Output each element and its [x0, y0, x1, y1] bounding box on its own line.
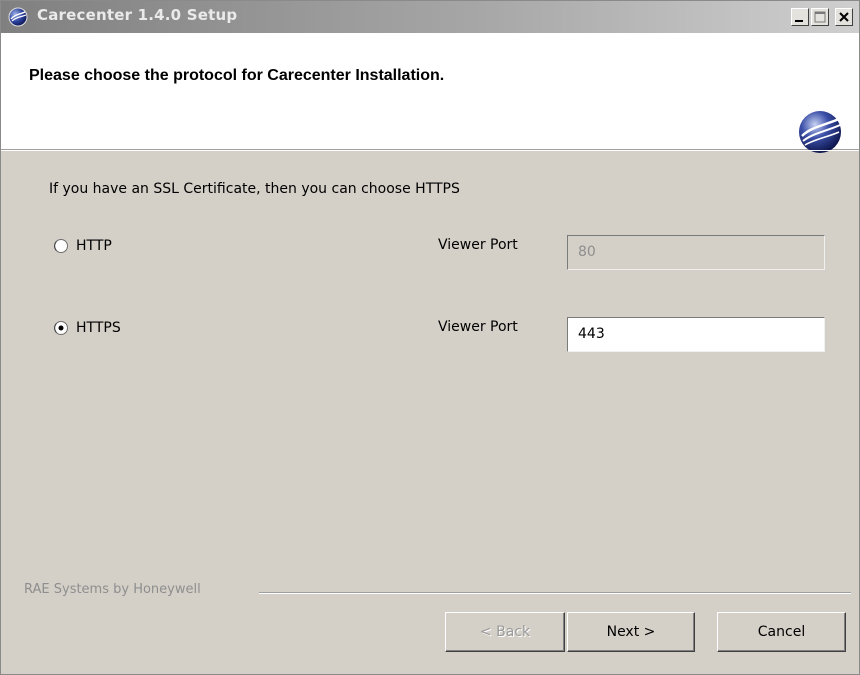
back-button[interactable]: < Back [445, 612, 565, 652]
page-title: Please choose the protocol for Carecente… [29, 67, 445, 84]
https-viewer-port-label: Viewer Port [438, 319, 518, 335]
brand-separator: RAE Systems by Honeywell [1, 582, 859, 602]
window-title: Carecenter 1.4.0 Setup [37, 6, 238, 24]
minimize-button[interactable] [791, 8, 809, 26]
globe-logo-icon [799, 111, 841, 153]
http-viewer-port-field[interactable]: 80 [567, 235, 825, 270]
title-bar[interactable]: Carecenter 1.4.0 Setup [1, 1, 859, 33]
wizard-content: If you have an SSL Certificate, then you… [1, 151, 859, 674]
close-icon [839, 12, 849, 22]
http-label: HTTP [76, 238, 112, 254]
minimize-icon [795, 20, 803, 22]
next-button[interactable]: Next > [567, 612, 695, 652]
radio-checked-icon[interactable] [53, 320, 69, 336]
https-label: HTTPS [76, 320, 121, 336]
radio-unchecked-icon[interactable] [53, 238, 69, 254]
cancel-button[interactable]: Cancel [717, 612, 846, 652]
http-viewer-port-label: Viewer Port [438, 237, 518, 253]
setup-window: Carecenter 1.4.0 Setup Please choose the… [0, 0, 860, 675]
app-globe-icon [8, 7, 28, 27]
vendor-brand-text: RAE Systems by Honeywell [24, 582, 201, 597]
maximize-button[interactable] [811, 8, 829, 26]
wizard-header: Please choose the protocol for Carecente… [1, 33, 859, 153]
maximize-icon [814, 11, 826, 23]
brand-divider-line [259, 592, 851, 594]
close-button[interactable] [835, 8, 853, 26]
https-viewer-port-field[interactable]: 443 [567, 317, 825, 352]
ssl-info-text: If you have an SSL Certificate, then you… [49, 181, 460, 197]
